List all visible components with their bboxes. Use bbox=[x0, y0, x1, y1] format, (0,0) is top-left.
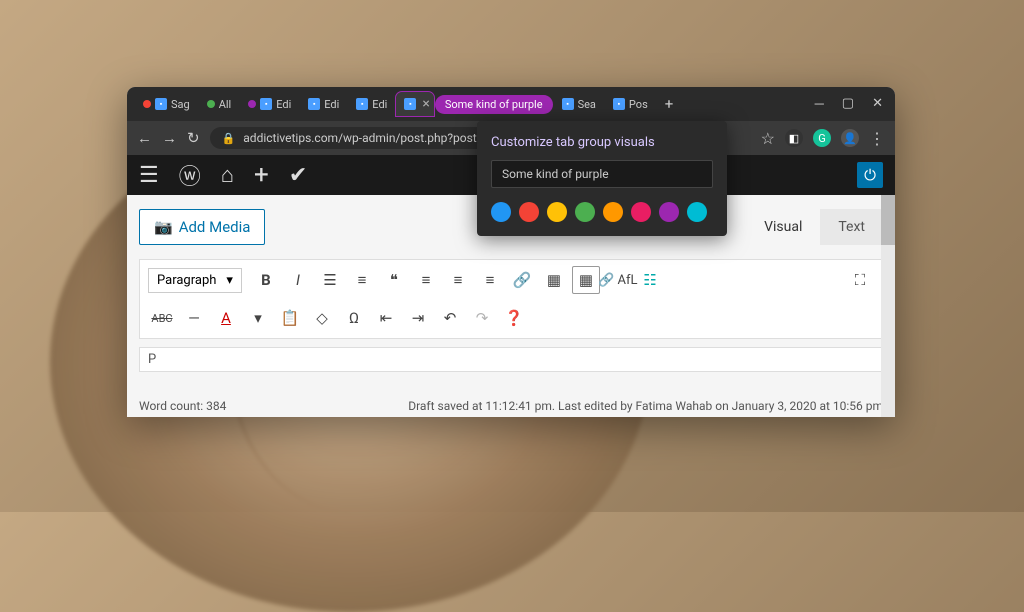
align-left-button[interactable]: ≡ bbox=[412, 266, 440, 294]
wordpress-icon[interactable]: ⓦ bbox=[179, 159, 201, 191]
color-picker bbox=[491, 202, 713, 222]
status-bar: Word count: 384 Draft saved at 11:12:41 … bbox=[127, 395, 895, 417]
format-select[interactable]: Paragraph▾ bbox=[148, 268, 242, 293]
menu-icon[interactable]: ⋮ bbox=[869, 129, 885, 148]
tab-label: Edi bbox=[324, 98, 339, 111]
chevron-down-icon[interactable]: ▾ bbox=[244, 304, 272, 332]
undo-button[interactable]: ↶ bbox=[436, 304, 464, 332]
checklist-button[interactable]: ☷ bbox=[636, 266, 664, 294]
close-icon[interactable]: ✕ bbox=[872, 96, 883, 112]
close-icon[interactable]: × bbox=[422, 96, 429, 112]
popup-title: Customize tab group visuals bbox=[491, 135, 713, 150]
outdent-button[interactable]: ⇤ bbox=[372, 304, 400, 332]
hr-button[interactable]: — bbox=[180, 304, 208, 332]
add-icon[interactable]: + bbox=[254, 160, 269, 190]
link-button[interactable]: 🔗 bbox=[508, 266, 536, 294]
bold-button[interactable]: B bbox=[252, 266, 280, 294]
tab[interactable]: ▪Sea bbox=[554, 94, 604, 115]
readmore-button[interactable]: ▦ bbox=[540, 266, 568, 294]
draft-status: Draft saved at 11:12:41 pm. Last edited … bbox=[408, 399, 883, 413]
color-yellow[interactable] bbox=[547, 202, 567, 222]
tab[interactable]: ▪Sag bbox=[135, 94, 198, 115]
avatar[interactable]: 👤 bbox=[841, 129, 859, 147]
home-icon[interactable]: ⌂ bbox=[221, 162, 234, 188]
color-green[interactable] bbox=[575, 202, 595, 222]
grammarly-icon[interactable]: G bbox=[813, 129, 831, 147]
tab-active[interactable]: ▪× bbox=[396, 92, 433, 116]
new-tab-button[interactable]: + bbox=[657, 91, 682, 117]
tab-group-popup: Customize tab group visuals bbox=[477, 121, 727, 236]
word-count: Word count: 384 bbox=[139, 399, 226, 413]
tab-label: Pos bbox=[629, 98, 648, 111]
redo-button[interactable]: ↷ bbox=[468, 304, 496, 332]
align-center-button[interactable]: ≡ bbox=[444, 266, 472, 294]
maximize-icon[interactable]: ▢ bbox=[842, 96, 854, 112]
color-purple[interactable] bbox=[659, 202, 679, 222]
back-button[interactable]: ← bbox=[137, 129, 152, 147]
afl-button[interactable]: 🔗AfL bbox=[604, 266, 632, 294]
align-right-button[interactable]: ≡ bbox=[476, 266, 504, 294]
power-icon[interactable]: ⏻ bbox=[857, 162, 883, 188]
menu-icon[interactable]: ☰ bbox=[139, 163, 159, 188]
tab-label: Sea bbox=[578, 98, 596, 111]
bullet-list-button[interactable]: ☰ bbox=[316, 266, 344, 294]
tab[interactable]: All bbox=[199, 94, 240, 115]
tab-group-pill[interactable]: Some kind of purple bbox=[435, 95, 553, 114]
color-orange[interactable] bbox=[603, 202, 623, 222]
tab-visual[interactable]: Visual bbox=[746, 209, 820, 245]
editor-toolbar: Paragraph▾ B I ☰ ≡ ❝ ≡ ≡ ≡ 🔗 ▦ ▦ 🔗AfL ☷ … bbox=[139, 259, 883, 339]
scrollbar[interactable] bbox=[881, 195, 895, 417]
strike-button[interactable]: ABC bbox=[148, 304, 176, 332]
tab-text[interactable]: Text bbox=[820, 209, 883, 245]
add-media-button[interactable]: 📷 Add Media bbox=[139, 209, 265, 245]
color-cyan[interactable] bbox=[687, 202, 707, 222]
camera-icon: 📷 bbox=[154, 218, 173, 236]
tab-label: Edi bbox=[372, 98, 387, 111]
fullscreen-button[interactable]: ⛶ bbox=[846, 266, 874, 294]
group-name-input[interactable] bbox=[491, 160, 713, 188]
clear-format-button[interactable]: ◇ bbox=[308, 304, 336, 332]
forward-button[interactable]: → bbox=[162, 129, 177, 147]
tab[interactable]: ▪Pos bbox=[605, 94, 656, 115]
minimize-icon[interactable]: ─ bbox=[815, 96, 824, 112]
tab[interactable]: ▪Edi bbox=[348, 94, 395, 115]
tab-label: Sag bbox=[171, 98, 190, 111]
extension-icon[interactable]: ◧ bbox=[785, 129, 803, 147]
quote-button[interactable]: ❝ bbox=[380, 266, 408, 294]
tab-label: Edi bbox=[276, 98, 291, 111]
text-color-button[interactable]: A bbox=[212, 304, 240, 332]
toolbar-toggle-button[interactable]: ▦ bbox=[572, 266, 600, 294]
titlebar: ▪Sag All ▪Edi ▪Edi ▪Edi ▪× Some kind of … bbox=[127, 87, 895, 121]
reload-button[interactable]: ↻ bbox=[187, 129, 200, 147]
url-bar[interactable]: 🔒 addictivetips.com/wp-admin/post.php?po… bbox=[210, 127, 500, 149]
special-char-button[interactable]: Ω bbox=[340, 304, 368, 332]
lock-icon: 🔒 bbox=[222, 132, 236, 145]
number-list-button[interactable]: ≡ bbox=[348, 266, 376, 294]
chevron-down-icon: ▾ bbox=[226, 273, 233, 288]
color-blue[interactable] bbox=[491, 202, 511, 222]
tab-label: All bbox=[219, 98, 232, 111]
star-icon[interactable]: ☆ bbox=[761, 129, 775, 148]
tab-strip: ▪Sag All ▪Edi ▪Edi ▪Edi ▪× Some kind of … bbox=[135, 91, 815, 117]
indent-button[interactable]: ⇥ bbox=[404, 304, 432, 332]
help-button[interactable]: ❓ bbox=[500, 304, 528, 332]
yoast-icon[interactable]: ✔ bbox=[289, 163, 307, 188]
url-text: addictivetips.com/wp-admin/post.php?post… bbox=[243, 131, 483, 145]
element-path[interactable]: P bbox=[139, 347, 883, 372]
browser-window: ▪Sag All ▪Edi ▪Edi ▪Edi ▪× Some kind of … bbox=[127, 87, 895, 417]
paste-button[interactable]: 📋 bbox=[276, 304, 304, 332]
color-red[interactable] bbox=[519, 202, 539, 222]
italic-button[interactable]: I bbox=[284, 266, 312, 294]
add-media-label: Add Media bbox=[179, 218, 251, 236]
tab[interactable]: ▪Edi bbox=[240, 94, 299, 115]
color-pink[interactable] bbox=[631, 202, 651, 222]
tab[interactable]: ▪Edi bbox=[300, 94, 347, 115]
